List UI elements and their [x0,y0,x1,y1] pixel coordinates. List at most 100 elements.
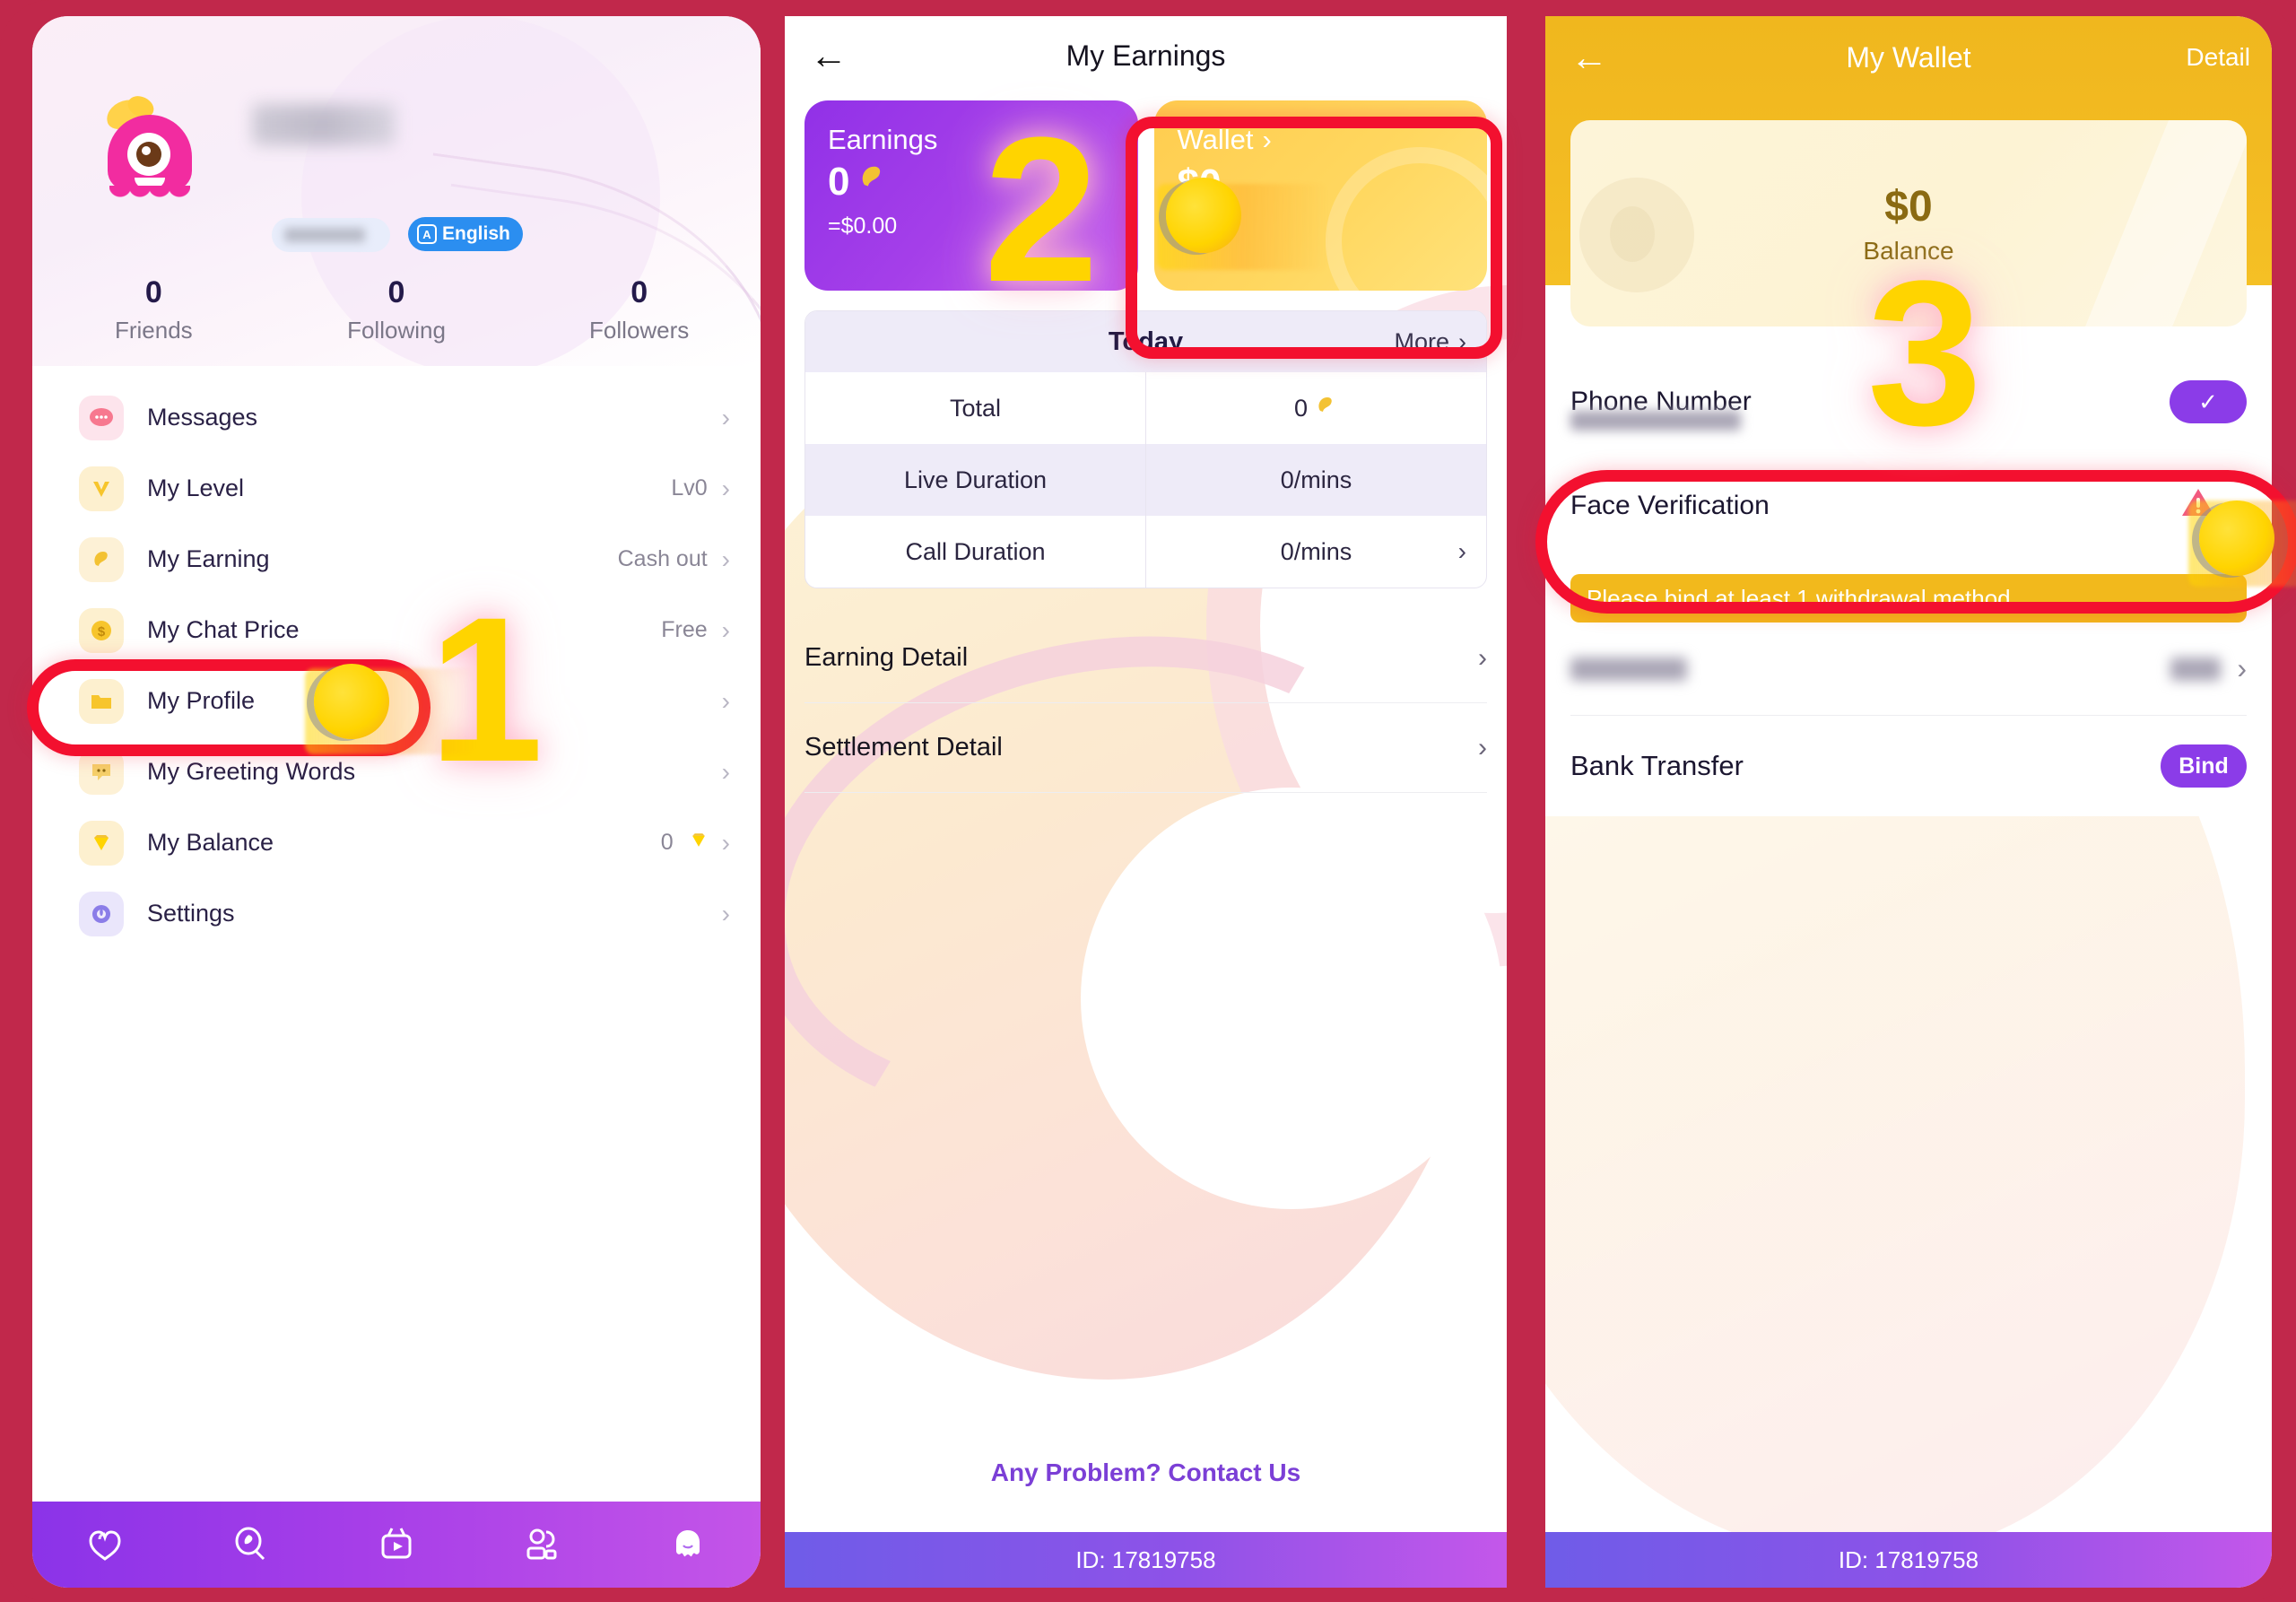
sidebar-item-my-balance-value: 0 [660,830,674,855]
earnings-card[interactable]: Earnings 0 =$0.00 [804,100,1138,291]
today-row-total-value: 0 [1293,394,1309,422]
sidebar-item-my-level-label: My Level [147,475,245,501]
earning-detail-row[interactable]: Earning Detail › [804,614,1487,703]
stat-friends[interactable]: 0 Friends [32,275,275,344]
diamond-icon [688,830,709,856]
today-row-call-label: Call Duration [805,516,1146,588]
sidebar-item-my-profile[interactable]: My Profile › [32,666,761,736]
nav-home-icon[interactable] [80,1519,130,1570]
today-title: Today [1108,326,1184,356]
sidebar-item-messages-label: Messages [147,404,258,431]
nav-video-icon[interactable] [371,1519,422,1570]
stat-following-value: 0 [387,275,405,309]
chevron-right-icon: › [721,544,730,573]
today-row-live-label: Live Duration [805,444,1146,516]
language-badge[interactable]: A English [408,217,523,251]
sidebar-item-my-balance-label: My Balance [147,829,274,856]
balance-card: $0 Balance [1570,120,2247,326]
settlement-detail-row[interactable]: Settlement Detail › [804,703,1487,793]
face-verification-row[interactable]: Face Verification [1545,454,2272,558]
folder-icon [79,678,124,724]
sidebar-item-my-greeting-words-label: My Greeting Words [147,758,356,785]
tutorial-frame: A English 0 Friends 0 Following 0 Follow… [0,0,2296,1602]
check-icon[interactable]: ✓ [2170,380,2247,423]
nav-search-icon[interactable] [226,1519,276,1570]
avatar[interactable] [100,91,199,209]
page-title: My Wallet [1846,40,1971,74]
today-row-live-value: 0/mins [1280,466,1352,493]
today-more-label: More [1394,327,1449,355]
method-name-redacted [1570,657,1687,681]
earnings-card-usd: =$0.00 [828,213,898,239]
bind-button[interactable]: Bind [2161,744,2247,788]
wallet-body: Phone Number ✓ Face Verification Please … [1545,285,2272,816]
withdrawal-method-row[interactable]: › [1570,623,2247,716]
wallet-card[interactable]: Wallet › $0 [1153,100,1487,291]
bottom-navigation-bar [32,1502,761,1588]
chevron-right-icon: › [1478,732,1487,762]
method-value-redacted [2170,657,2222,681]
wallet-card-amount: $0 [1177,161,1222,205]
username-redacted [252,104,396,145]
user-id-pill[interactable] [272,218,390,252]
page-title: My Earnings [1065,39,1226,72]
bean-coin-icon [79,536,124,582]
phone-number-row[interactable]: Phone Number ✓ [1545,350,2272,454]
avatar-eye-glint [142,146,151,155]
bean-coin-icon [1313,393,1338,424]
nav-profile-octopus-icon[interactable] [663,1519,713,1570]
phone-number-redacted [1570,411,1741,431]
chat-bubble-icon [79,395,124,440]
detail-button[interactable]: Detail [2186,43,2250,72]
table-row: Total 0 [805,372,1486,444]
summary-cards: Earnings 0 =$0.00 Wallet › $0 [785,95,1507,291]
chevron-right-icon: › [1458,327,1466,355]
profile-hero: A English 0 Friends 0 Following 0 Follow… [32,16,761,366]
speech-heart-icon [79,749,124,795]
bank-transfer-row[interactable]: Bank Transfer Bind [1570,716,2247,816]
nav-people-icon[interactable] [517,1519,567,1570]
chevron-right-icon: › [1262,124,1272,155]
sidebar-item-messages[interactable]: Messages › [32,382,761,453]
sidebar-item-my-greeting-words[interactable]: My Greeting Words › [32,736,761,807]
table-row[interactable]: Call Duration 0/mins › [805,516,1486,588]
stat-following[interactable]: 0 Following [275,275,518,344]
stat-followers[interactable]: 0 Followers [517,275,761,344]
sidebar-item-my-level[interactable]: My Level Lv0 › [32,453,761,524]
chevron-right-icon: › [721,757,730,786]
sidebar-item-my-chat-price-value: Free [661,617,708,642]
earning-detail-label: Earning Detail [804,643,969,672]
panel-my-wallet-screen: ← My Wallet Detail $0 Balance Phone Numb… [1545,16,2272,1588]
bank-transfer-label: Bank Transfer [1570,750,1744,781]
sidebar-item-settings[interactable]: Settings › [32,878,761,949]
stat-followers-label: Followers [589,317,690,344]
contact-us-link[interactable]: Any Problem? Contact Us [785,1458,1507,1487]
stat-followers-value: 0 [631,275,648,309]
chevron-right-icon: › [2237,652,2247,684]
user-id-redacted [284,228,365,242]
table-row: Live Duration 0/mins [805,444,1486,516]
earnings-card-amount: 0 [828,160,850,204]
sidebar-item-my-earning-value: Cash out [617,546,708,571]
language-label: English [442,223,510,244]
today-more-button[interactable]: More › [1394,328,1466,356]
panel-my-earnings-screen: ← My Earnings Earnings 0 =$0.00 Wallet › [785,16,1507,1588]
earnings-header: ← My Earnings [785,16,1507,95]
sidebar-item-my-balance[interactable]: My Balance 0 › [32,807,761,878]
sidebar-item-my-level-value: Lv0 [671,475,708,501]
chevron-right-icon: › [721,474,730,502]
sidebar-item-my-chat-price-label: My Chat Price [147,616,300,643]
face-verification-label: Face Verification [1570,491,1770,520]
chevron-right-icon: › [721,615,730,644]
sidebar-item-my-chat-price[interactable]: $ My Chat Price Free › [32,595,761,666]
bean-coin-icon [855,160,889,205]
chevron-right-icon: › [1478,642,1487,673]
dollar-coin-icon: $ [79,607,124,653]
stat-friends-label: Friends [114,317,193,344]
sidebar-item-my-earning-label: My Earning [147,545,270,572]
sidebar-item-my-earning[interactable]: My Earning Cash out › [32,524,761,595]
card-shine [2077,120,2247,326]
chevron-right-icon: › [721,686,730,715]
wallet-card-label: Wallet [1177,124,1254,155]
earnings-card-label: Earnings [828,124,938,155]
